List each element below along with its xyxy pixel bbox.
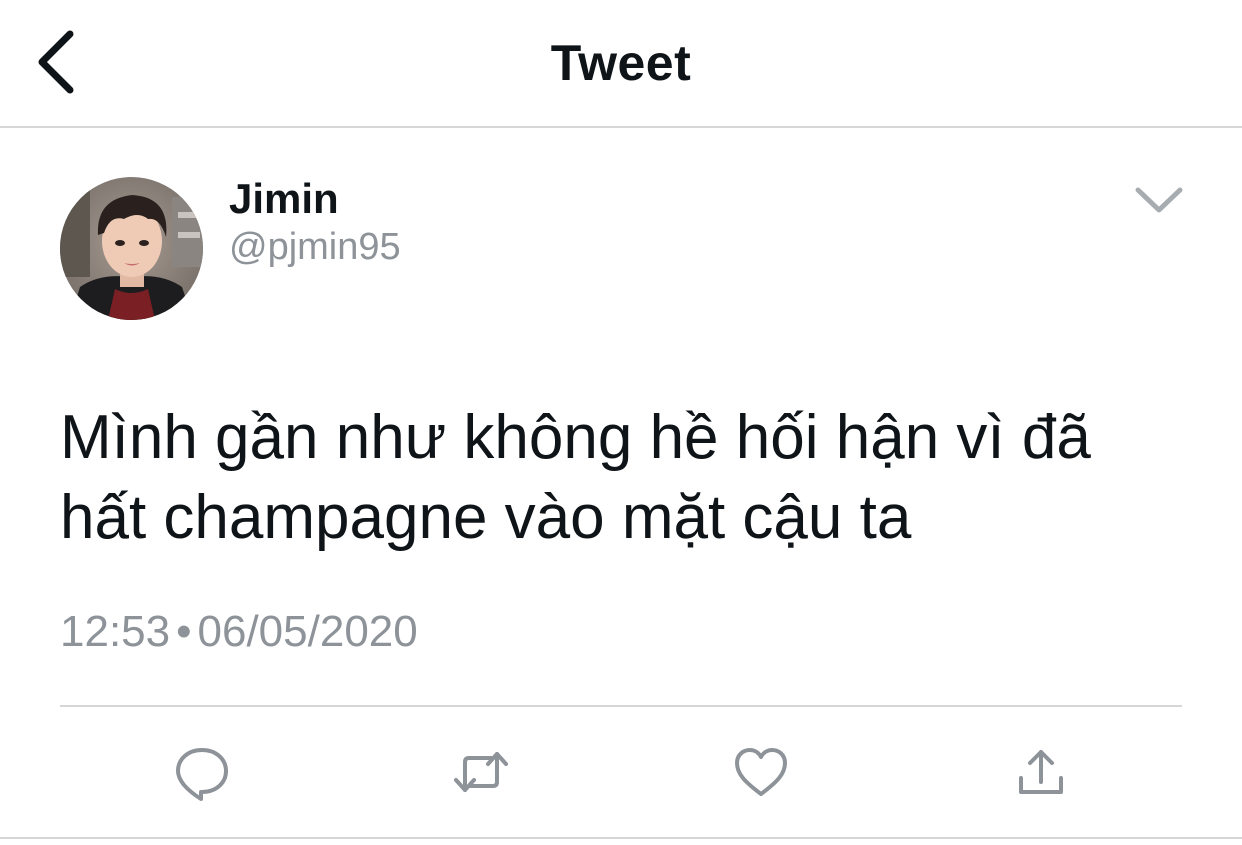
tweet-timestamp: 12:53 • 06/05/2020 [60, 604, 418, 660]
divider [60, 705, 1182, 707]
avatar[interactable] [60, 177, 203, 320]
meta-separator: • [176, 607, 192, 656]
header-bar: Tweet [0, 0, 1242, 128]
retweet-icon [454, 752, 508, 792]
tweet-text-line: hất champagne vào mặt cậu ta [60, 483, 912, 552]
chevron-down-icon [1135, 187, 1183, 213]
more-options-button[interactable] [1128, 180, 1190, 222]
reply-button[interactable] [172, 742, 232, 802]
profile-photo [60, 177, 203, 320]
tweet-time: 12:53 [60, 607, 171, 656]
tweet-date: 06/05/2020 [197, 607, 418, 656]
reply-icon [176, 748, 228, 801]
like-button[interactable] [731, 742, 791, 802]
page-title: Tweet [550, 35, 692, 91]
author-username[interactable]: @pjmin95 [229, 224, 401, 270]
share-icon [1019, 750, 1063, 794]
tweet-text-line: Mình gần như không hề hối hận vì đã [60, 403, 1091, 472]
author-display-name[interactable]: Jimin [229, 174, 339, 224]
tweet-text: Mình gần như không hề hối hận vì đã hất … [60, 398, 1200, 558]
heart-icon [735, 748, 787, 796]
share-button[interactable] [1011, 742, 1071, 802]
divider [0, 837, 1242, 839]
retweet-button[interactable] [451, 742, 511, 802]
